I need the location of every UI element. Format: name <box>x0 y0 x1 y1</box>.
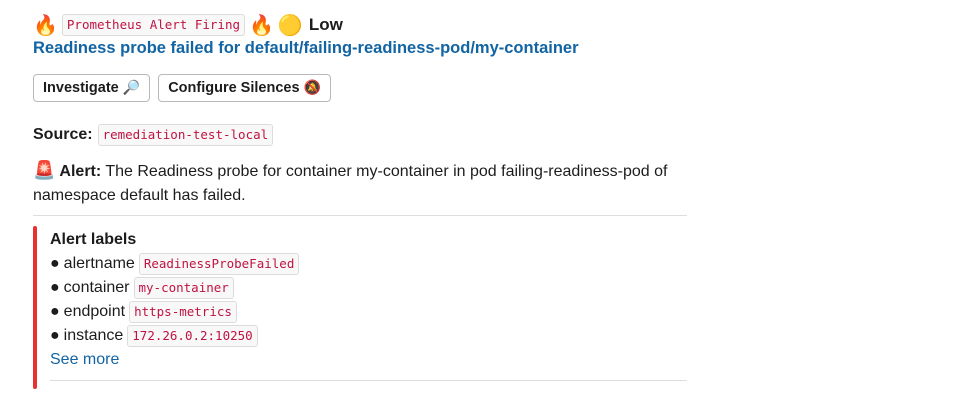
divider <box>50 380 687 381</box>
alert-message: 🔥 Prometheus Alert Firing 🔥 🟡 Low Readin… <box>0 0 966 400</box>
alert-text: The Readiness probe for container my-con… <box>33 163 668 204</box>
bullet-icon: ● <box>50 279 60 296</box>
label-item: ● container my-container <box>50 276 299 300</box>
alert-labels-block: Alert labels ● alertname ReadinessProbeF… <box>50 228 300 372</box>
alert-title-link[interactable]: Readiness probe failed for default/faili… <box>33 39 579 58</box>
see-more-link[interactable]: See more <box>50 348 299 372</box>
configure-silences-button-label: Configure Silences <box>168 80 300 96</box>
alert-labels-heading: Alert labels <box>50 231 137 248</box>
source-label: Source: <box>33 126 93 143</box>
investigate-button-label: Investigate <box>43 80 119 96</box>
siren-icon: 🚨 <box>33 160 56 181</box>
label-value: 172.26.0.2:10250 <box>127 325 258 347</box>
label-item: ● alertname ReadinessProbeFailed <box>50 252 300 276</box>
label-value: ReadinessProbeFailed <box>138 253 300 275</box>
attachment-accent-bar <box>33 226 37 389</box>
source-row: Source: remediation-test-local <box>33 124 274 146</box>
label-key: instance <box>63 327 124 344</box>
muted-bell-icon: 🔕 <box>303 80 321 96</box>
alert-status-badge: Prometheus Alert Firing <box>61 14 245 36</box>
label-value: https-metrics <box>129 301 237 323</box>
fire-icon: 🔥 <box>33 13 58 37</box>
label-key: endpoint <box>63 303 126 320</box>
label-key: alertname <box>63 255 135 272</box>
yellow-circle-icon: 🟡 <box>277 13 303 37</box>
bullet-icon: ● <box>50 327 60 344</box>
divider <box>33 215 687 216</box>
label-value: my-container <box>133 277 234 299</box>
action-buttons: Investigate 🔎 Configure Silences 🔕 <box>33 74 331 102</box>
label-key: container <box>63 279 130 296</box>
bullet-icon: ● <box>50 255 60 272</box>
magnifier-icon: 🔎 <box>122 80 141 96</box>
label-item: ● instance 172.26.0.2:10250 <box>50 324 299 348</box>
alert-header: 🔥 Prometheus Alert Firing 🔥 🟡 Low <box>33 12 343 38</box>
investigate-button[interactable]: Investigate 🔎 <box>33 74 151 102</box>
alert-description: 🚨 Alert: The Readiness probe for containe… <box>33 159 693 208</box>
severity-label: Low <box>308 15 343 34</box>
configure-silences-button[interactable]: Configure Silences 🔕 <box>158 74 331 102</box>
fire-icon: 🔥 <box>249 13 274 37</box>
label-item: ● endpoint https-metrics <box>50 300 299 324</box>
bullet-icon: ● <box>50 303 60 320</box>
alert-label: Alert: <box>59 163 102 180</box>
source-value: remediation-test-local <box>97 124 274 146</box>
